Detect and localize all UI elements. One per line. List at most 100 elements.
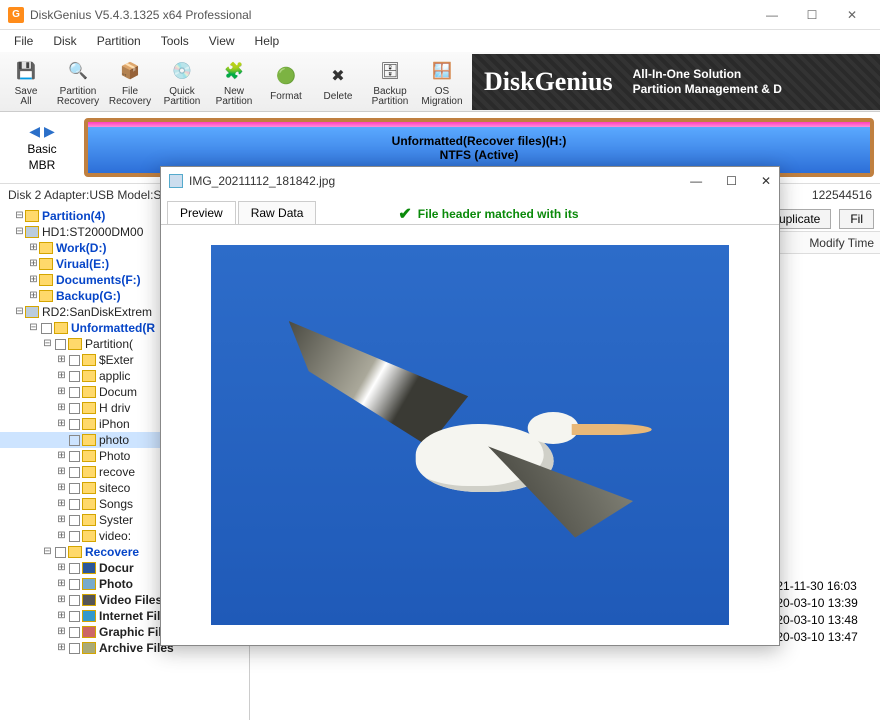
toolbar-new-partition[interactable]: 🧩NewPartition (208, 54, 260, 110)
expand-icon[interactable]: ⊟ (14, 304, 25, 320)
maximize-button[interactable]: ☐ (792, 5, 832, 25)
checkbox-icon[interactable] (69, 515, 80, 526)
tab-preview[interactable]: Preview (167, 201, 236, 224)
bird-illustration (289, 321, 652, 549)
archive-icon (82, 642, 96, 654)
header-match-text: File header matched with its (418, 207, 579, 221)
brand-tagline-1: All-In-One Solution (633, 67, 782, 81)
tree-label: $Exter (99, 352, 134, 368)
nav-arrows[interactable]: ◀ ▶ (29, 123, 54, 140)
expand-icon[interactable]: ⊞ (56, 560, 67, 576)
folder-icon (25, 210, 39, 222)
tree-label: video: (99, 528, 131, 544)
expand-icon[interactable]: ⊞ (28, 256, 39, 272)
checkbox-icon[interactable] (55, 339, 66, 350)
checkbox-icon[interactable] (69, 387, 80, 398)
window-title: DiskGenius V5.4.3.1325 x64 Professional (30, 8, 251, 22)
cell-modify: 2020-03-10 13:47 (763, 630, 880, 644)
checkbox-icon[interactable] (69, 355, 80, 366)
checkbox-icon[interactable] (69, 643, 80, 654)
checkbox-icon[interactable] (69, 435, 80, 446)
tree-label: Photo (99, 576, 133, 592)
expand-icon[interactable]: ⊞ (56, 448, 67, 464)
folder-icon (39, 290, 53, 302)
preview-tabs: Preview Raw Data ✔ File header matched w… (161, 195, 779, 225)
toolbar-os-migration[interactable]: 🪟OSMigration (416, 54, 468, 110)
checkbox-icon[interactable] (69, 451, 80, 462)
expand-icon[interactable]: ⊟ (28, 320, 39, 336)
expand-icon[interactable]: ⊞ (56, 384, 67, 400)
expand-icon[interactable]: ⊞ (56, 640, 67, 656)
expand-icon[interactable]: ⊞ (28, 240, 39, 256)
folder-icon (68, 338, 82, 350)
toolbar-delete[interactable]: ✖Delete (312, 54, 364, 110)
checkbox-icon[interactable] (55, 547, 66, 558)
doc-icon (82, 562, 96, 574)
toolbar-quick-partition[interactable]: 💿QuickPartition (156, 54, 208, 110)
menu-view[interactable]: View (199, 32, 245, 50)
toolbar-file-recovery[interactable]: 📦FileRecovery (104, 54, 156, 110)
col-modify-time[interactable]: Modify Time (803, 236, 880, 250)
menu-partition[interactable]: Partition (87, 32, 151, 50)
header-match-message: ✔ File header matched with its (398, 204, 578, 224)
expand-icon[interactable]: ⊞ (56, 416, 67, 432)
checkbox-icon[interactable] (69, 419, 80, 430)
preview-minimize-button[interactable]: — (690, 174, 702, 188)
checkbox-icon[interactable] (69, 499, 80, 510)
checkbox-icon[interactable] (69, 467, 80, 478)
menu-help[interactable]: Help (245, 32, 290, 50)
minimize-button[interactable]: — (752, 5, 792, 25)
expand-icon[interactable]: ⊟ (42, 544, 53, 560)
tree-label: Documents(F:) (56, 272, 141, 288)
checkbox-icon[interactable] (41, 323, 52, 334)
expand-icon[interactable]: ⊞ (56, 480, 67, 496)
expand-icon[interactable]: ⊟ (14, 224, 25, 240)
checkbox-icon[interactable] (69, 563, 80, 574)
folder-icon (82, 514, 96, 526)
preview-window: IMG_20211112_181842.jpg — ☐ ✕ Preview Ra… (160, 166, 780, 646)
menu-file[interactable]: File (4, 32, 43, 50)
close-button[interactable]: ✕ (832, 5, 872, 25)
expand-icon[interactable]: ⊞ (56, 624, 67, 640)
expand-icon[interactable]: ⊞ (56, 352, 67, 368)
expand-icon[interactable]: ⊞ (56, 368, 67, 384)
toolbar-partition-recovery[interactable]: 🔍PartitionRecovery (52, 54, 104, 110)
expand-icon[interactable]: ⊞ (56, 576, 67, 592)
toolbar-backup-partition[interactable]: 🗄BackupPartition (364, 54, 416, 110)
expand-icon[interactable]: ⊞ (56, 592, 67, 608)
checkbox-icon[interactable] (69, 579, 80, 590)
expand-icon[interactable]: ⊟ (42, 336, 53, 352)
preview-close-button[interactable]: ✕ (761, 174, 771, 188)
expand-icon[interactable]: ⊞ (56, 496, 67, 512)
expand-icon[interactable]: ⊞ (56, 512, 67, 528)
expand-icon[interactable]: ⊟ (14, 208, 25, 224)
menu-tools[interactable]: Tools (151, 32, 199, 50)
menubar: File Disk Partition Tools View Help (0, 30, 880, 52)
checkbox-icon[interactable] (69, 627, 80, 638)
checkbox-icon[interactable] (69, 595, 80, 606)
expand-icon[interactable]: ⊞ (56, 400, 67, 416)
checkbox-icon[interactable] (69, 483, 80, 494)
expand-icon[interactable]: ⊞ (28, 288, 39, 304)
expand-icon[interactable]: ⊞ (56, 608, 67, 624)
menu-disk[interactable]: Disk (43, 32, 86, 50)
brand-name: DiskGenius (484, 67, 613, 97)
expand-icon[interactable]: ⊞ (56, 528, 67, 544)
partition-label-1: Unformatted(Recover files)(H:) (392, 134, 567, 148)
expand-icon[interactable]: ⊞ (56, 464, 67, 480)
tree-label: Recovere (85, 544, 139, 560)
checkbox-icon[interactable] (69, 403, 80, 414)
tree-label: Work(D:) (56, 240, 106, 256)
tab-raw-data[interactable]: Raw Data (238, 201, 317, 224)
expand-icon[interactable]: ⊞ (28, 272, 39, 288)
video-icon (82, 594, 96, 606)
checkbox-icon[interactable] (69, 371, 80, 382)
tree-label: photo (99, 432, 129, 448)
checkbox-icon[interactable] (69, 611, 80, 622)
filter-button[interactable]: Fil (839, 209, 874, 229)
preview-maximize-button[interactable]: ☐ (726, 174, 737, 188)
checkbox-icon[interactable] (69, 531, 80, 542)
preview-canvas (161, 225, 779, 645)
toolbar-format[interactable]: 🟢Format (260, 54, 312, 110)
toolbar-save-all[interactable]: 💾SaveAll (0, 54, 52, 110)
